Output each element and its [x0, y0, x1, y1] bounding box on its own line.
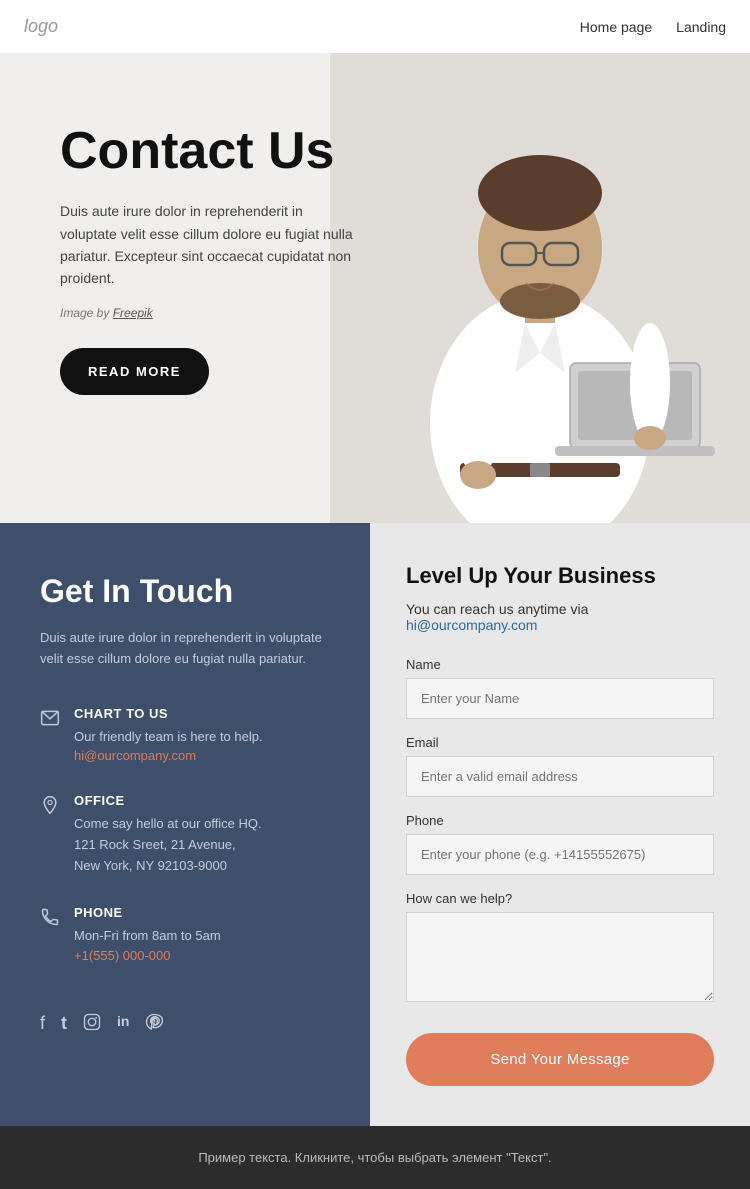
email-input[interactable]	[406, 756, 714, 797]
phone-icon	[40, 907, 60, 932]
nav-links: Home page Landing	[580, 19, 726, 35]
envelope-icon	[40, 708, 60, 733]
phone-label: Phone	[406, 813, 714, 828]
nav-landing[interactable]: Landing	[676, 19, 726, 35]
social-row: f t in	[40, 1013, 330, 1036]
email-text: Our friendly team is here to help.	[74, 727, 263, 748]
contact-right-panel: Level Up Your Business You can reach us …	[370, 523, 750, 1126]
twitter-icon[interactable]: t	[61, 1013, 67, 1036]
office-text: Come say hello at our office HQ. 121 Roc…	[74, 814, 262, 876]
instagram-icon[interactable]	[83, 1013, 101, 1036]
send-message-button[interactable]: Send Your Message	[406, 1033, 714, 1086]
email-field-group: Email	[406, 735, 714, 797]
message-field-group: How can we help?	[406, 891, 714, 1007]
freepik-link[interactable]: Freepik	[113, 306, 153, 320]
contact-phone-info: PHONE Mon-Fri from 8am to 5am +1(555) 00…	[74, 905, 221, 965]
message-textarea[interactable]	[406, 912, 714, 1002]
contact-left-panel: Get In Touch Duis aute irure dolor in re…	[0, 523, 370, 1126]
contact-email-item: CHART TO US Our friendly team is here to…	[40, 706, 330, 766]
contact-office-item: OFFICE Come say hello at our office HQ. …	[40, 793, 330, 876]
image-credit: Image by Freepik	[60, 306, 710, 320]
hero-content: Contact Us Duis aute irure dolor in repr…	[0, 53, 750, 445]
phone-label: PHONE	[74, 905, 221, 920]
email-label: Email	[406, 735, 714, 750]
phone-field-group: Phone	[406, 813, 714, 875]
contact-title: Get In Touch	[40, 573, 330, 610]
map-pin-icon	[40, 795, 60, 820]
linkedin-icon[interactable]: in	[117, 1013, 129, 1036]
reach-email-link[interactable]: hi@ourcompany.com	[406, 617, 537, 633]
message-label: How can we help?	[406, 891, 714, 906]
office-label: OFFICE	[74, 793, 262, 808]
phone-hours: Mon-Fri from 8am to 5am	[74, 926, 221, 947]
facebook-icon[interactable]: f	[40, 1013, 45, 1036]
phone-input[interactable]	[406, 834, 714, 875]
contact-office-info: OFFICE Come say hello at our office HQ. …	[74, 793, 262, 876]
contact-description: Duis aute irure dolor in reprehenderit i…	[40, 628, 330, 670]
hero-title: Contact Us	[60, 123, 710, 180]
name-field-group: Name	[406, 657, 714, 719]
email-label: CHART TO US	[74, 706, 263, 721]
read-more-button[interactable]: READ MORE	[60, 348, 209, 395]
hero-section: Contact Us Duis aute irure dolor in repr…	[0, 53, 750, 523]
name-input[interactable]	[406, 678, 714, 719]
pinterest-icon[interactable]	[145, 1013, 163, 1036]
footer: Пример текста. Кликните, чтобы выбрать э…	[0, 1126, 750, 1189]
navbar: logo Home page Landing	[0, 0, 750, 53]
email-link[interactable]: hi@ourcompany.com	[74, 748, 196, 763]
reach-text: You can reach us anytime via hi@ourcompa…	[406, 601, 714, 633]
nav-home[interactable]: Home page	[580, 19, 652, 35]
name-label: Name	[406, 657, 714, 672]
logo: logo	[24, 16, 58, 37]
hero-description: Duis aute irure dolor in reprehenderit i…	[60, 200, 360, 290]
contact-section: Get In Touch Duis aute irure dolor in re…	[0, 523, 750, 1126]
phone-link[interactable]: +1(555) 000-000	[74, 948, 171, 963]
contact-phone-item: PHONE Mon-Fri from 8am to 5am +1(555) 00…	[40, 905, 330, 965]
form-title: Level Up Your Business	[406, 563, 714, 589]
footer-text: Пример текста. Кликните, чтобы выбрать э…	[198, 1150, 551, 1165]
contact-email-info: CHART TO US Our friendly team is here to…	[74, 706, 263, 766]
